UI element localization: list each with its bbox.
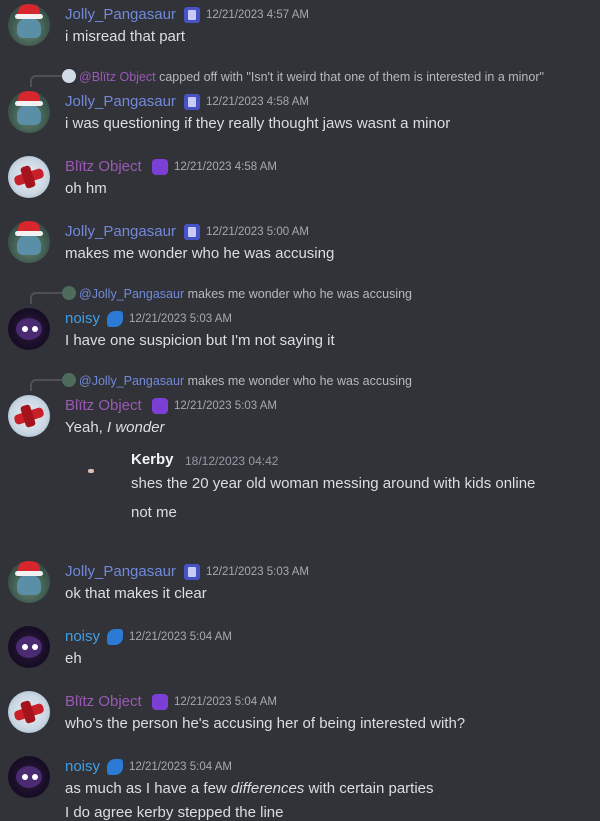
message-text: I do agree kerby stepped the line: [65, 804, 284, 821]
role-badge-icon: [152, 398, 168, 414]
message-text-plain: Yeah,: [65, 419, 107, 436]
message-text: who's the person he's accusing her of be…: [65, 715, 466, 732]
timestamp: 12/21/2023 5:04 AM: [174, 696, 277, 708]
embed-author[interactable]: Kerby: [131, 451, 174, 468]
author-name[interactable]: Blïtz Object: [65, 397, 142, 414]
message-text: I have one suspicion but I'm not saying …: [65, 332, 335, 349]
author-name[interactable]: noisy: [65, 310, 100, 327]
message-text: ok that makes it clear: [65, 585, 207, 602]
message-text-tail: with certain parties: [304, 780, 434, 797]
message-text: i was questioning if they really thought…: [65, 115, 451, 132]
message-text: Yeah, I wonder: [65, 419, 165, 436]
reply-preview[interactable]: @Jolly_Pangasaur makes me wonder who he …: [62, 286, 412, 301]
avatar[interactable]: [8, 308, 50, 350]
role-badge-icon: [184, 564, 200, 580]
timestamp: 12/21/2023 5:04 AM: [129, 761, 232, 773]
timestamp: 12/21/2023 4:57 AM: [206, 9, 309, 21]
author-name[interactable]: Jolly_Pangasaur: [65, 223, 176, 240]
role-badge-icon: [184, 7, 200, 23]
avatar[interactable]: [8, 221, 50, 263]
role-badge-icon: [152, 694, 168, 710]
reply-avatar: [62, 69, 76, 83]
embed-line-1: shes the 20 year old woman messing aroun…: [131, 475, 536, 492]
role-badge-icon: [107, 629, 123, 645]
reply-connector: [30, 379, 62, 391]
author-name[interactable]: noisy: [65, 628, 100, 645]
author-name[interactable]: Jolly_Pangasaur: [65, 93, 176, 110]
reply-avatar: [62, 373, 76, 387]
avatar[interactable]: [8, 756, 50, 798]
message-text-plain: as much as I have a few: [65, 780, 231, 797]
timestamp: 12/21/2023 5:03 AM: [129, 313, 232, 325]
message-text: makes me wonder who he was accusing: [65, 245, 335, 262]
timestamp: 12/21/2023 5:03 AM: [206, 566, 309, 578]
author-name[interactable]: noisy: [65, 758, 100, 775]
reply-preview[interactable]: @Blïtz Object capped off with "Isn't it …: [62, 69, 544, 84]
timestamp: 12/21/2023 4:58 AM: [174, 161, 277, 173]
reply-author[interactable]: @Jolly_Pangasaur: [79, 374, 184, 388]
timestamp: 12/21/2023 5:03 AM: [174, 400, 277, 412]
role-badge-icon: [107, 311, 123, 327]
timestamp: 12/21/2023 4:58 AM: [206, 96, 309, 108]
message-text: oh hm: [65, 180, 107, 197]
role-badge-icon: [184, 94, 200, 110]
role-badge-icon: [184, 224, 200, 240]
reply-preview[interactable]: @Jolly_Pangasaur makes me wonder who he …: [62, 373, 412, 388]
reply-text: makes me wonder who he was accusing: [187, 287, 413, 301]
avatar[interactable]: [8, 395, 50, 437]
author-name[interactable]: Jolly_Pangasaur: [65, 563, 176, 580]
timestamp: 12/21/2023 5:04 AM: [129, 631, 232, 643]
message-text: as much as I have a few differences with…: [65, 780, 434, 797]
avatar[interactable]: [8, 691, 50, 733]
reply-connector: [30, 292, 62, 304]
role-badge-icon: [107, 759, 123, 775]
role-badge-icon: [152, 159, 168, 175]
author-name[interactable]: Blïtz Object: [65, 693, 142, 710]
message-text: eh: [65, 650, 82, 667]
message-text-italic: I wonder: [107, 419, 165, 436]
embed-line-2: not me: [131, 504, 177, 521]
message-text: i misread that part: [65, 28, 186, 45]
reply-connector: [30, 75, 62, 87]
message-text-italic: differences: [230, 780, 305, 797]
author-name[interactable]: Blïtz Object: [65, 158, 142, 175]
avatar[interactable]: [8, 156, 50, 198]
reply-avatar: [62, 286, 76, 300]
reply-author[interactable]: @Blïtz Object: [79, 70, 156, 84]
avatar[interactable]: [8, 91, 50, 133]
reply-text: makes me wonder who he was accusing: [187, 374, 413, 388]
reply-author[interactable]: @Jolly_Pangasaur: [79, 287, 184, 301]
avatar[interactable]: [8, 626, 50, 668]
author-name[interactable]: Jolly_Pangasaur: [65, 6, 176, 23]
avatar[interactable]: [8, 4, 50, 46]
reply-text: capped off with "Isn't it weird that one…: [159, 70, 544, 84]
embed-avatar-icon: [88, 469, 94, 473]
embed-timestamp: 18/12/2023 04:42: [185, 454, 279, 468]
timestamp: 12/21/2023 5:00 AM: [206, 226, 309, 238]
avatar[interactable]: [8, 561, 50, 603]
